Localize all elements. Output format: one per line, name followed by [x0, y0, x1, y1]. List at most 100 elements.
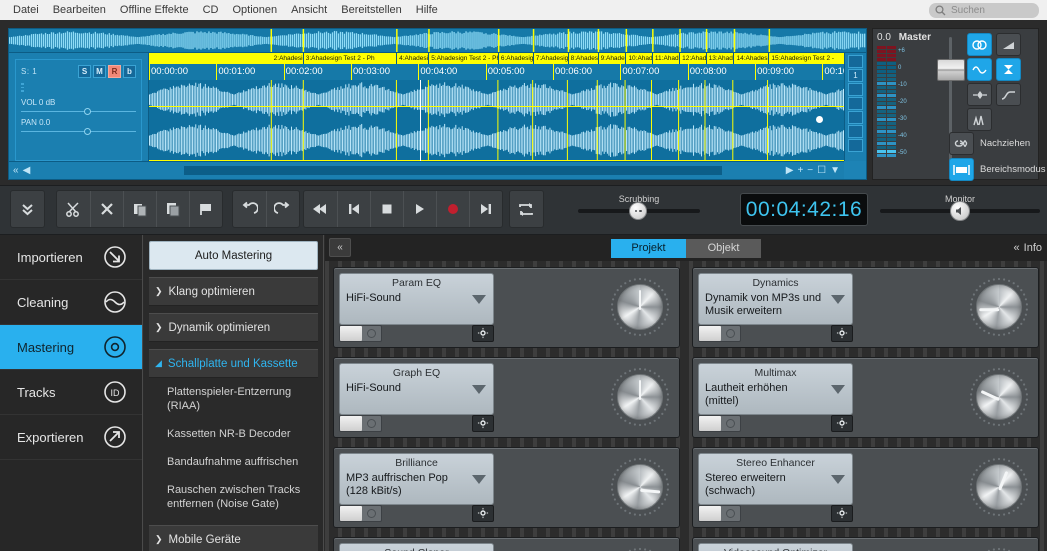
effect-power-toggle[interactable] [698, 504, 741, 522]
effect-knob[interactable] [968, 546, 1030, 551]
record-icon[interactable] [436, 191, 469, 227]
zoom-menu-icon[interactable]: ▼ [830, 165, 840, 176]
effects-rack[interactable]: « Projekt Objekt « Info Param EQ HiFi-Sou… [325, 235, 1047, 551]
effect-power-toggle[interactable] [698, 324, 741, 342]
gear-icon[interactable] [831, 324, 853, 342]
tab-projekt[interactable]: Projekt [611, 238, 686, 258]
menu-item-cd[interactable]: CD [196, 0, 226, 20]
arranger-window[interactable]: S: 1 SMRb VOL 0 dB PAN 0.0 2:Ahadesign3:… [8, 28, 867, 180]
monitor-slider[interactable]: Monitor [880, 194, 1040, 221]
track-button-s[interactable]: S [78, 65, 91, 78]
sidebar-item-importieren[interactable]: Importieren [0, 235, 142, 280]
effect-preset-dropdown[interactable]: Stereo Enhancer Stereo erweitern (schwach… [698, 453, 853, 505]
loop-icon[interactable] [510, 191, 543, 227]
menu-item-ansicht[interactable]: Ansicht [284, 0, 334, 20]
main-sidebar[interactable]: Importieren Cleaning Mastering Tracks ID… [0, 235, 143, 551]
diamond-node-icon[interactable] [967, 83, 992, 106]
fade-icon[interactable] [996, 33, 1021, 56]
chevrons-down-icon[interactable] [11, 191, 44, 227]
zoom-in-icon[interactable]: + [797, 165, 803, 176]
timeline-marker[interactable]: 10:Ahad [626, 53, 653, 64]
effect-preset-dropdown[interactable]: Videosound Optimizer [698, 543, 853, 551]
effect-knob[interactable] [609, 456, 671, 518]
chevron-down-icon[interactable] [472, 385, 486, 394]
timeline-marker[interactable]: 6:Ahadesign T [499, 53, 534, 64]
chevron-down-icon[interactable] [472, 475, 486, 484]
effect-preset-dropdown[interactable]: Graph EQ HiFi-Sound [339, 363, 494, 415]
chevron-down-icon[interactable] [831, 475, 845, 484]
transport-group-history[interactable] [232, 190, 300, 228]
preset-item[interactable]: Plattenspieler-Entzerrung (RIAA) [149, 378, 318, 420]
preset-item[interactable]: Kassetten NR-B Decoder [149, 420, 318, 448]
preset-group-schallplatte-und-kassette[interactable]: ◢ Schallplatte und Kassette [149, 349, 318, 378]
sidebar-item-exportieren[interactable]: Exportieren [0, 415, 142, 460]
range-select-icon[interactable] [949, 158, 974, 181]
time-ruler[interactable]: 00:00:00 00:01:00 00:02:00 00:03:00 00:04:00… [149, 64, 844, 80]
timeline-marker[interactable]: 13:Ahades [707, 53, 735, 64]
timeline-marker[interactable]: 12:Ahade [680, 53, 707, 64]
paste-icon[interactable] [156, 191, 189, 227]
delete-x-icon[interactable] [90, 191, 123, 227]
skip-end-icon[interactable] [469, 191, 502, 227]
auto-mastering-button[interactable]: Auto Mastering [149, 241, 318, 270]
timeline-marker[interactable]: 15:Ahadesign Test 2 - [769, 53, 844, 64]
effect-card-graph-eq[interactable]: Graph EQ HiFi-Sound [333, 357, 680, 438]
scroll-step-left-icon[interactable]: ◀ [23, 165, 31, 176]
preset-panel[interactable]: Auto Mastering ❯ Klang optimieren ❯ Dynamik… [144, 235, 324, 551]
effect-power-toggle[interactable] [339, 414, 382, 432]
timeline-marker[interactable]: 9:Ahades [599, 53, 627, 64]
effect-card-param-eq[interactable]: Param EQ HiFi-Sound [333, 267, 680, 348]
master-fader-handle[interactable] [937, 59, 965, 81]
menu-item-optionen[interactable]: Optionen [226, 0, 285, 20]
overview-waveform[interactable] [9, 29, 866, 53]
knob-body[interactable] [617, 464, 663, 510]
preset-item[interactable]: Rauschen zwischen Tracks entfernen (Nois… [149, 476, 318, 518]
gear-icon[interactable] [472, 324, 494, 342]
curve-icon[interactable] [996, 83, 1021, 106]
timeline-marker[interactable]: 5:Ahadesign Test 2 - Ph [429, 53, 499, 64]
knob-body[interactable] [617, 374, 663, 420]
transport-group-view[interactable] [10, 190, 45, 228]
track-toggle-buttons[interactable]: SMRb [78, 65, 136, 78]
effect-power-toggle[interactable] [339, 504, 382, 522]
effect-preset-dropdown[interactable]: Param EQ HiFi-Sound [339, 273, 494, 325]
scroll-step-right-icon[interactable]: ▶ [786, 165, 794, 176]
rack-tabs[interactable]: Projekt Objekt [611, 238, 761, 258]
timeline-marker[interactable]: 11:Ahade [653, 53, 681, 64]
side-cell[interactable] [848, 83, 863, 96]
object-handle[interactable] [816, 115, 824, 123]
scrubbing-slider[interactable]: Scrubbing [578, 194, 700, 220]
gear-icon[interactable] [472, 504, 494, 522]
undo-icon[interactable] [233, 191, 266, 227]
effect-preset-dropdown[interactable]: Dynamics Dynamik von MP3s und Musik erwei… [698, 273, 853, 325]
hourglass-icon[interactable] [996, 58, 1021, 81]
preset-item[interactable]: Bandaufnahme auffrischen [149, 448, 318, 476]
marker-strip[interactable]: 2:Ahadesign3:Ahadesign Test 2 - Ph4:Ahad… [149, 53, 844, 64]
timeline-marker[interactable]: 3:Ahadesign Test 2 - Ph [304, 53, 398, 64]
gear-icon[interactable] [831, 414, 853, 432]
effect-knob[interactable] [609, 366, 671, 428]
knob-body[interactable] [976, 464, 1022, 510]
mode-nachziehen[interactable]: Nachziehen [949, 132, 1045, 155]
speaker-icon[interactable] [950, 201, 970, 221]
menu-item-datei[interactable]: Datei [6, 0, 46, 20]
transport-group-edit[interactable] [56, 190, 223, 228]
rack-body[interactable]: Param EQ HiFi-Sound Dynamics Dynamik von MP… [325, 261, 1047, 551]
play-icon[interactable] [403, 191, 436, 227]
pan-knob[interactable] [84, 127, 92, 135]
sidebar-item-mastering[interactable]: Mastering [0, 325, 142, 370]
preset-group-klang-optimieren[interactable]: ❯ Klang optimieren [149, 277, 318, 306]
effect-knob[interactable] [968, 366, 1030, 428]
side-cell[interactable] [848, 111, 863, 124]
effect-knob[interactable] [609, 276, 671, 338]
chevrons-left-icon[interactable]: « [329, 238, 351, 257]
flag-icon[interactable] [189, 191, 222, 227]
track-side-strip[interactable]: 1 [844, 53, 866, 161]
search-input[interactable]: Suchen [929, 3, 1039, 18]
effect-preset-dropdown[interactable]: Brilliance MP3 auffrischen Pop (128 kBit/… [339, 453, 494, 505]
transport-group-loop[interactable] [509, 190, 544, 228]
menu-item-bearbeiten[interactable]: Bearbeiten [46, 0, 113, 20]
effect-power-toggle[interactable] [698, 414, 741, 432]
master-panel[interactable]: 0.0 Master +6 0 -10 -20 -30 -40 -50 Nach… [872, 28, 1045, 181]
effect-knob[interactable] [968, 276, 1030, 338]
